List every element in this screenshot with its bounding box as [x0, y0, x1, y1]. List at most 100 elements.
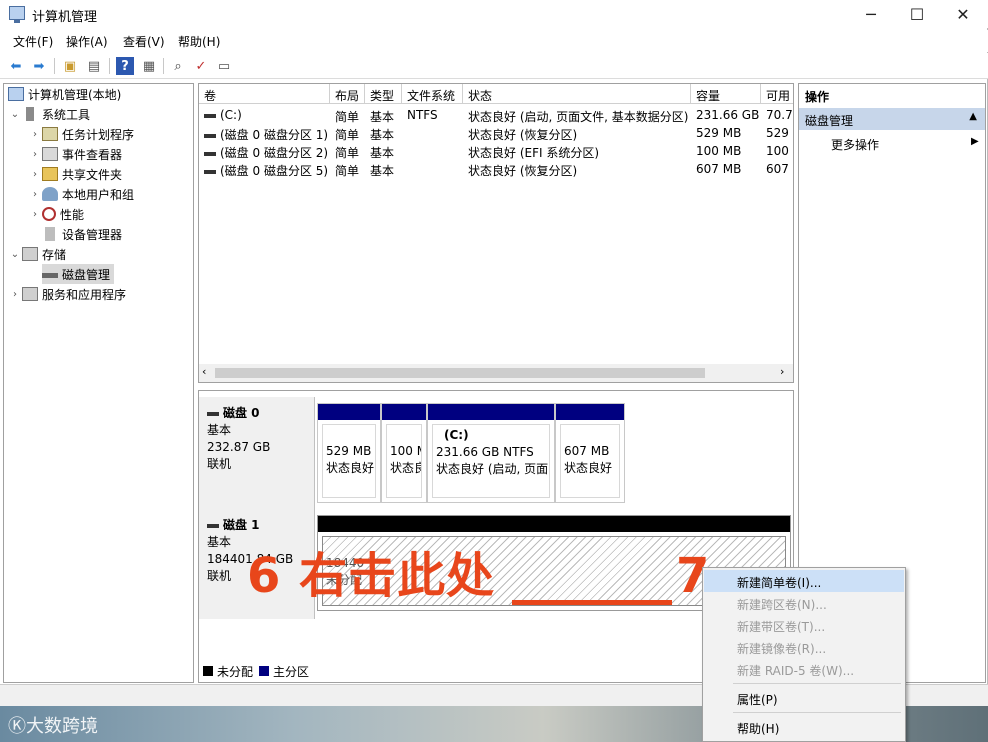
scroll-right-icon[interactable]: ›: [780, 365, 784, 378]
volume-cell-cap[interactable]: 231.66 GB: [696, 106, 760, 124]
volume-cell-layout[interactable]: 简单: [335, 142, 364, 160]
chevron-right-icon[interactable]: ›: [28, 189, 42, 200]
volume-cell-name[interactable]: (磁盘 0 磁盘分区 1): [204, 124, 329, 142]
properties-icon[interactable]: ▦: [140, 57, 158, 75]
tree-device-manager[interactable]: 设备管理器: [42, 224, 122, 244]
scrollbar-thumb[interactable]: [215, 368, 705, 378]
scroll-left-icon[interactable]: ‹: [202, 365, 206, 378]
volume-cell-status[interactable]: 状态良好 (EFI 系统分区): [468, 142, 690, 160]
volume-cell-fs[interactable]: [407, 124, 462, 142]
volume-cell-text: 607: [766, 162, 789, 176]
connect-icon[interactable]: ⌕: [169, 57, 187, 75]
volume-cell-type[interactable]: 基本: [370, 106, 401, 124]
maximize-button[interactable]: ☐: [894, 0, 940, 28]
chevron-down-icon[interactable]: ⌄: [8, 249, 22, 260]
volume-cell-fs[interactable]: NTFS: [407, 106, 462, 124]
volume-cell-free[interactable]: 607: [766, 160, 793, 178]
volume-cell-layout[interactable]: 简单: [335, 106, 364, 124]
tree-shared-folders[interactable]: › 共享文件夹: [28, 164, 122, 184]
volume-cell-cap[interactable]: 607 MB: [696, 160, 760, 178]
menu-help[interactable]: 帮助(H): [178, 33, 220, 50]
volume-cell-status[interactable]: 状态良好 (启动, 页面文件, 基本数据分区): [468, 106, 690, 124]
chevron-right-icon[interactable]: ›: [28, 169, 42, 180]
volume-cell-cap[interactable]: 529 MB: [696, 124, 760, 142]
tree-performance[interactable]: › 性能: [28, 204, 84, 224]
computer-management-icon: [9, 6, 25, 23]
menu-new-striped-volume[interactable]: 新建带区卷(T)...: [704, 614, 904, 636]
disk0-label[interactable]: 磁盘 0 基本 232.87 GB 联机: [199, 397, 315, 509]
volume-cell-name[interactable]: (磁盘 0 磁盘分区 2): [204, 142, 329, 160]
volume-cell-fs[interactable]: [407, 160, 462, 178]
back-arrow-icon[interactable]: ⬅: [7, 57, 25, 75]
minimize-button[interactable]: ─: [848, 0, 894, 28]
chevron-right-icon[interactable]: ›: [28, 209, 42, 220]
volume-cell-status[interactable]: 状态良好 (恢复分区): [468, 160, 690, 178]
console-icon[interactable]: ▭: [215, 57, 233, 75]
volume-cell-free[interactable]: 100: [766, 142, 793, 160]
disk0-partition-2[interactable]: 100 M 状态良: [381, 403, 427, 503]
volume-cell-text: 529 MB: [696, 126, 742, 140]
actions-section-disk-management[interactable]: 磁盘管理 ▲: [799, 108, 985, 130]
tree-storage[interactable]: ⌄ 存储: [8, 244, 66, 264]
up-folder-icon[interactable]: ▣: [61, 57, 79, 75]
tree-root[interactable]: 计算机管理(本地): [8, 84, 121, 104]
users-icon: [42, 187, 58, 201]
volume-cell-free[interactable]: 70.7: [766, 106, 793, 124]
col-type[interactable]: 类型: [365, 84, 402, 104]
tree-disk-management[interactable]: 磁盘管理: [42, 264, 115, 284]
close-button[interactable]: ✕: [940, 0, 986, 28]
col-layout[interactable]: 布局: [330, 84, 365, 104]
tree-task-scheduler[interactable]: › 任务计划程序: [28, 124, 134, 144]
disk0-partition-c[interactable]: (C:) 231.66 GB NTFS 状态良好 (启动, 页面: [427, 403, 555, 503]
volume-cell-status[interactable]: 状态良好 (恢复分区): [468, 124, 690, 142]
volume-cell-layout[interactable]: 简单: [335, 124, 364, 142]
volume-cell-free[interactable]: 529: [766, 124, 793, 142]
show-hide-tree-icon[interactable]: ▤: [85, 57, 103, 75]
menu-properties[interactable]: 属性(P): [704, 687, 904, 709]
tree-system-tools[interactable]: ⌄ 系统工具: [8, 104, 90, 124]
col-free[interactable]: 可用: [761, 84, 793, 104]
more-actions[interactable]: 更多操作: [831, 136, 879, 153]
volume-cell-text: NTFS: [407, 108, 438, 122]
chevron-right-icon[interactable]: ›: [28, 129, 42, 140]
forward-arrow-icon[interactable]: ➡: [30, 57, 48, 75]
volume-cell-name[interactable]: (磁盘 0 磁盘分区 5): [204, 160, 329, 178]
col-volume[interactable]: 卷: [199, 84, 330, 104]
col-filesystem[interactable]: 文件系统: [402, 84, 463, 104]
volume-cell-cap[interactable]: 100 MB: [696, 142, 760, 160]
menu-new-simple-volume[interactable]: 新建简单卷(I)...: [704, 570, 904, 592]
menu-file[interactable]: 文件(F): [13, 33, 53, 50]
disk0-partition-1[interactable]: 529 MB 状态良好: [317, 403, 381, 503]
volume-cell-text: (磁盘 0 磁盘分区 5): [220, 164, 329, 178]
collapse-up-icon[interactable]: ▲: [969, 111, 977, 122]
help-icon[interactable]: ?: [116, 57, 134, 75]
col-capacity[interactable]: 容量: [691, 84, 761, 104]
menu-new-raid5-volume[interactable]: 新建 RAID-5 卷(W)...: [704, 658, 904, 680]
chevron-right-icon[interactable]: ›: [8, 289, 22, 300]
disk0-partition-5[interactable]: 607 MB 状态良好: [555, 403, 625, 503]
tree-event-viewer[interactable]: › 事件查看器: [28, 144, 122, 164]
volume-cell-fs[interactable]: [407, 142, 462, 160]
chevron-right-icon[interactable]: ›: [28, 149, 42, 160]
tree-services[interactable]: › 服务和应用程序: [8, 284, 126, 304]
volume-cell-name[interactable]: (C:): [204, 106, 329, 124]
menu-action[interactable]: 操作(A): [66, 33, 108, 50]
menu-new-mirrored-volume[interactable]: 新建镜像卷(R)...: [704, 636, 904, 658]
checklist-icon[interactable]: ✓: [192, 57, 210, 75]
volume-cell-layout[interactable]: 简单: [335, 160, 364, 178]
volume-cell-type[interactable]: 基本: [370, 142, 401, 160]
menu-view[interactable]: 查看(V): [123, 33, 165, 50]
horizontal-scrollbar[interactable]: ‹ ›: [199, 364, 793, 382]
menu-new-spanned-volume[interactable]: 新建跨区卷(N)...: [704, 592, 904, 614]
menu-help[interactable]: 帮助(H): [704, 716, 904, 738]
volume-cell-text: 70.7: [766, 108, 793, 122]
tree-local-users[interactable]: › 本地用户和组: [28, 184, 134, 204]
volume-cell-type[interactable]: 基本: [370, 160, 401, 178]
performance-icon: [42, 207, 56, 221]
col-status[interactable]: 状态: [463, 84, 691, 104]
volume-cell-type[interactable]: 基本: [370, 124, 401, 142]
actions-title: 操作: [799, 84, 985, 106]
partition-status: 状态良好: [564, 461, 613, 475]
more-actions-label: 更多操作: [831, 138, 880, 152]
chevron-down-icon[interactable]: ⌄: [8, 109, 22, 120]
